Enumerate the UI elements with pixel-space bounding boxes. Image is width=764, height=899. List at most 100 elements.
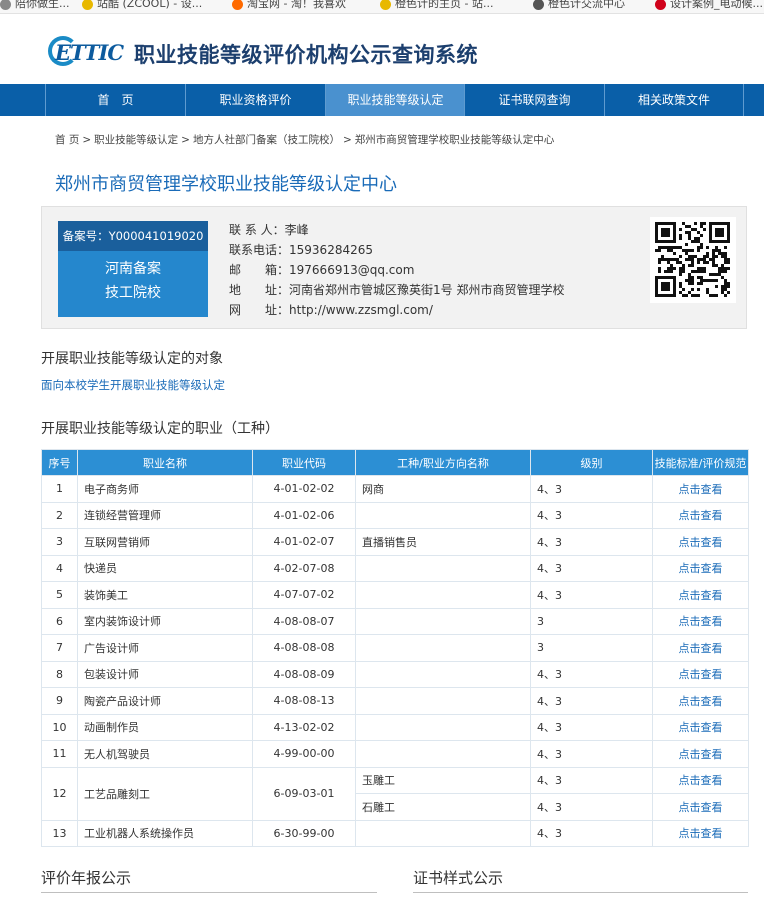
occupation-name: 室内装饰设计师 [77, 607, 253, 635]
occupation-direction [355, 740, 531, 768]
table-row: 2 连锁经营管理师 4-01-02-06 4、3 点击查看 [41, 501, 749, 529]
view-standard-link[interactable]: 点击查看 [652, 793, 749, 821]
contact-person: 李峰 [284, 223, 309, 237]
record-number: 备案号：Y000041019020 [58, 221, 208, 251]
row-number: 1 [41, 475, 78, 503]
contact-email-row: 邮 箱：197666913@qq.com [229, 260, 564, 280]
institution-card: 备案号：Y000041019020 河南备案 技工院校 联 系 人：李峰 联系电… [41, 206, 747, 329]
bookmark-item[interactable]: 橙色计的主页 - 站... [380, 0, 493, 12]
contact-website-label: 网 址： [229, 303, 290, 317]
site-logo[interactable]: ETTIC [55, 40, 124, 65]
bookmark-item[interactable]: 陪你做生... [0, 0, 70, 12]
targets-heading: 开展职业技能等级认定的对象 [41, 351, 223, 367]
row-number: 9 [41, 687, 78, 715]
view-standard-link[interactable]: 点击查看 [652, 660, 749, 688]
occupation-direction [355, 660, 531, 688]
column-header: 工种/职业方向名称 [355, 449, 531, 476]
view-standard-link[interactable]: 点击查看 [652, 766, 749, 794]
occupation-level: 4、3 [530, 793, 653, 821]
table-header-row: 序号 职业名称 职业代码 工种/职业方向名称 级别 技能标准/评价规范 [41, 449, 749, 476]
occupation-direction: 网商 [355, 475, 531, 503]
bookmark-item[interactable]: 设计案例_电动候... [655, 0, 763, 12]
contact-website-row: 网 址：http://www.zzsmgl.com/ [229, 300, 564, 320]
bookmark-item[interactable]: 淘宝网 - 淘！我喜欢 [232, 0, 346, 12]
nav-item[interactable]: 相关政策文件 [604, 84, 744, 116]
occupation-code: 4-02-07-08 [252, 554, 356, 582]
bookmark-label: 淘宝网 - 淘！我喜欢 [247, 0, 346, 10]
record-badge: 备案号：Y000041019020 河南备案 技工院校 [58, 221, 208, 317]
occupation-level: 4、3 [530, 740, 653, 768]
certificate-sample-heading[interactable]: 证书样式公示 [413, 867, 503, 888]
column-header: 技能标准/评价规范 [652, 449, 749, 476]
view-standard-link[interactable]: 点击查看 [652, 475, 749, 503]
row-number: 4 [41, 554, 78, 582]
occupation-direction: 玉雕工 [355, 766, 531, 794]
view-standard-link[interactable]: 点击查看 [652, 740, 749, 768]
nav-item[interactable]: 职业资格评价 [185, 84, 325, 116]
occupation-name: 工业机器人系统操作员 [77, 819, 253, 847]
nav-item[interactable]: 职业技能等级认定 [325, 84, 465, 116]
occupation-direction [355, 554, 531, 582]
view-standard-link[interactable]: 点击查看 [652, 634, 749, 662]
view-standard-link[interactable]: 点击查看 [652, 687, 749, 715]
table-row: 5 装饰美工 4-07-07-02 4、3 点击查看 [41, 581, 749, 609]
occupations-heading: 开展职业技能等级认定的职业（工种） [41, 421, 279, 437]
contact-person-label: 联 系 人： [229, 223, 285, 237]
view-standard-link[interactable]: 点击查看 [652, 713, 749, 741]
nav-item[interactable]: 首 页 [45, 84, 185, 116]
occupation-name: 快递员 [77, 554, 253, 582]
bookmark-favicon-icon [232, 0, 243, 10]
occupation-level: 4、3 [530, 819, 653, 847]
occupation-direction [355, 607, 531, 635]
occupation-code: 4-13-02-02 [252, 713, 356, 741]
occupation-code: 4-08-08-07 [252, 607, 356, 635]
breadcrumb-item[interactable]: 首 页 [55, 134, 79, 146]
bookmark-favicon-icon [655, 0, 666, 10]
view-standard-link[interactable]: 点击查看 [652, 554, 749, 582]
contact-email: 197666913@qq.com [289, 263, 415, 277]
occupation-name: 工艺品雕刻工 [77, 766, 253, 821]
occupation-code: 6-09-03-01 [252, 766, 356, 821]
table-row: 1 电子商务师 4-01-02-02 网商 4、3 点击查看 [41, 475, 749, 503]
occupation-direction: 直播销售员 [355, 528, 531, 556]
occupation-code: 4-08-08-09 [252, 660, 356, 688]
table-row: 8 包装设计师 4-08-08-09 4、3 点击查看 [41, 660, 749, 688]
view-standard-link[interactable]: 点击查看 [652, 581, 749, 609]
occupation-level: 4、3 [530, 766, 653, 794]
breadcrumb: 首 页 > 职业技能等级认定 > 地方人社部门备案（技工院校） > 郑州市商贸管理学校职业技… [55, 132, 554, 147]
page-title: 郑州市商贸管理学校职业技能等级认定中心 [55, 174, 397, 195]
view-standard-link[interactable]: 点击查看 [652, 501, 749, 529]
occupation-name: 包装设计师 [77, 660, 253, 688]
bookmark-favicon-icon [0, 0, 11, 10]
breadcrumb-item[interactable]: 职业技能等级认定 [94, 134, 178, 146]
occupation-direction [355, 634, 531, 662]
table-row: 4 快递员 4-02-07-08 4、3 点击查看 [41, 554, 749, 582]
bookmark-item[interactable]: 橙色计交流中心 [533, 0, 625, 12]
row-number: 11 [41, 740, 78, 768]
table-row: 7 广告设计师 4-08-08-08 3 点击查看 [41, 634, 749, 662]
view-standard-link[interactable]: 点击查看 [652, 607, 749, 635]
table-row: 13 工业机器人系统操作员 6-30-99-00 4、3 点击查看 [41, 819, 749, 847]
table-row: 3 互联网营销师 4-01-02-07 直播销售员 4、3 点击查看 [41, 528, 749, 556]
occupation-name: 电子商务师 [77, 475, 253, 503]
occupation-level: 4、3 [530, 554, 653, 582]
bookmark-favicon-icon [82, 0, 93, 10]
table-row: 11 无人机驾驶员 4-99-00-00 4、3 点击查看 [41, 740, 749, 768]
occupation-direction [355, 819, 531, 847]
breadcrumb-item[interactable]: 地方人社部门备案（技工院校） [193, 134, 340, 146]
view-standard-link[interactable]: 点击查看 [652, 819, 749, 847]
contact-phone-row: 联系电话：15936284265 [229, 240, 564, 260]
occupation-level: 4、3 [530, 581, 653, 609]
table-row: 6 室内装饰设计师 4-08-08-07 3 点击查看 [41, 607, 749, 635]
annual-report-heading[interactable]: 评价年报公示 [41, 867, 131, 888]
row-number: 12 [41, 766, 78, 821]
nav-item[interactable]: 证书联网查询 [464, 84, 604, 116]
contact-address-label: 地 址： [229, 283, 290, 297]
bookmark-item[interactable]: 站酷 (ZCOOL) - 设... [82, 0, 202, 12]
contact-website[interactable]: http://www.zzsmgl.com/ [289, 303, 433, 317]
occupation-name: 陶瓷产品设计师 [77, 687, 253, 715]
row-number: 2 [41, 501, 78, 529]
breadcrumb-separator-icon: > [82, 134, 92, 146]
view-standard-link[interactable]: 点击查看 [652, 528, 749, 556]
column-header: 序号 [41, 449, 78, 476]
